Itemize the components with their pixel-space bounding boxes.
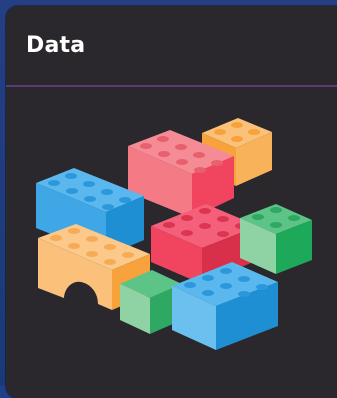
card-title: Data bbox=[26, 33, 86, 58]
card-header: Data bbox=[6, 6, 337, 87]
green-brick-icon bbox=[240, 204, 312, 274]
data-card[interactable]: Data bbox=[6, 6, 337, 398]
lego-bricks-illustration bbox=[36, 118, 312, 350]
